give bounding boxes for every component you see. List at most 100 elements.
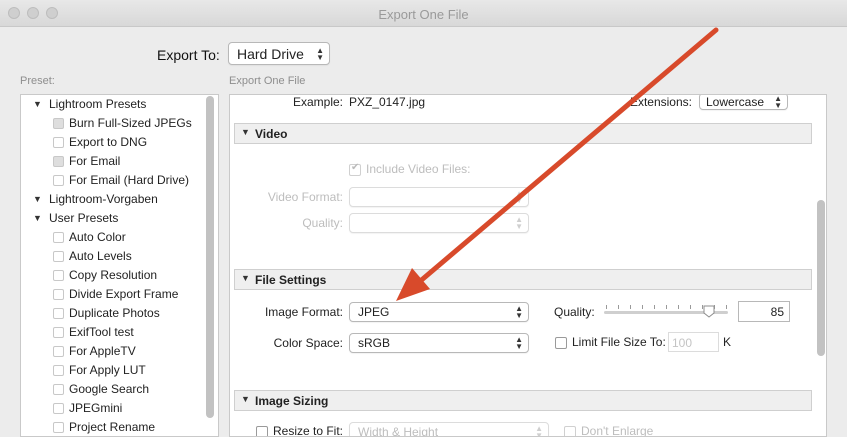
preset-file-icon [53, 422, 64, 433]
resize-to-fit-checkbox[interactable] [256, 426, 268, 436]
preset-item-label: For Email [69, 154, 121, 168]
preset-file-icon [53, 137, 64, 148]
disclosure-triangle-icon: ▼ [241, 273, 250, 283]
preset-file-icon [53, 156, 64, 167]
quality-slider-tick [618, 305, 619, 309]
preset-file-icon [53, 346, 64, 357]
extensions-dropdown[interactable]: Lowercase ▲ ▼ [699, 95, 788, 110]
preset-file-icon [53, 289, 64, 300]
preset-scrollbar[interactable] [206, 96, 214, 418]
preset-item[interactable]: JPEGmini [21, 399, 207, 418]
limit-file-size-value: 100 [672, 336, 693, 350]
export-to-dropdown[interactable]: Hard Drive ▲ ▼ [228, 42, 330, 65]
quality-slider-tick [678, 305, 679, 309]
disclosure-triangle-icon: ▼ [241, 394, 250, 404]
preset-item-label: Copy Resolution [69, 268, 158, 282]
preset-item[interactable]: Auto Color [21, 228, 207, 247]
include-video-checkbox[interactable]: ✔ [349, 162, 361, 176]
preset-item-label: Google Search [69, 382, 150, 396]
window-title: Export One File [378, 7, 469, 22]
dont-enlarge-checkbox[interactable] [564, 426, 576, 436]
preset-item-label: Export to DNG [69, 135, 148, 149]
preset-folder-label: User Presets [49, 211, 119, 225]
preset-item-label: For Email (Hard Drive) [69, 173, 190, 187]
disclosure-triangle-icon: ▼ [241, 127, 250, 137]
quality-slider-knob[interactable] [703, 305, 715, 318]
file-settings-section-header[interactable]: ▼ File Settings [234, 269, 812, 290]
preset-caption: Preset: [20, 75, 55, 87]
quality-slider-tick [642, 305, 643, 309]
image-format-dropdown[interactable]: JPEG ▲ ▼ [349, 302, 529, 322]
disclosure-triangle-icon: ▼ [33, 99, 42, 109]
video-format-label: Video Format: [267, 190, 343, 204]
chevron-updown-icon: ▲ ▼ [515, 335, 523, 351]
quality-slider-tick [666, 305, 667, 309]
image-sizing-section-header[interactable]: ▼ Image Sizing [234, 390, 812, 411]
preset-item[interactable]: Export to DNG [21, 133, 207, 152]
quality-slider-tick [606, 305, 607, 309]
title-bar: Export One File [0, 0, 847, 27]
settings-scrollbar[interactable] [817, 200, 825, 356]
preset-item[interactable]: Duplicate Photos [21, 304, 207, 323]
preset-folder[interactable]: ▼ Lightroom-Vorgaben [21, 190, 207, 209]
file-settings-section-title: File Settings [255, 273, 327, 287]
preset-file-icon [53, 232, 64, 243]
export-to-label: Export To: [157, 47, 220, 63]
preset-item[interactable]: Burn Full-Sized JPEGs [21, 114, 207, 133]
preset-file-icon [53, 403, 64, 414]
quality-slider-tick [630, 305, 631, 309]
resize-mode-value: Width & Height [358, 425, 439, 437]
preset-folder[interactable]: ▼ User Presets [21, 209, 207, 228]
preset-folder-label: Lightroom-Vorgaben [49, 192, 158, 206]
preset-item[interactable]: For Email [21, 152, 207, 171]
preset-item[interactable]: Project Rename [21, 418, 207, 436]
preset-item[interactable]: Divide Export Frame [21, 285, 207, 304]
preset-file-icon [53, 384, 64, 395]
settings-panel: Example: PXZ_0147.jpg Extensions: Lowerc… [229, 94, 827, 437]
preset-folder[interactable]: ▼ Lightroom Presets [21, 95, 207, 114]
preset-item[interactable]: Google Search [21, 380, 207, 399]
resize-to-fit-label: Resize to Fit: [273, 424, 344, 437]
chevron-updown-icon: ▲ ▼ [515, 215, 523, 231]
quality-slider-tick [690, 305, 691, 309]
preset-file-icon [53, 365, 64, 376]
preset-item[interactable]: For Apply LUT [21, 361, 207, 380]
image-format-label: Image Format: [264, 305, 343, 319]
video-format-dropdown[interactable]: ▲ ▼ [349, 187, 529, 207]
checkmark-icon: ✔ [351, 162, 360, 173]
color-space-value: sRGB [358, 336, 391, 350]
preset-item-label: Burn Full-Sized JPEGs [69, 116, 192, 130]
extensions-label: Extensions: [629, 95, 692, 109]
disclosure-triangle-icon: ▼ [33, 194, 42, 204]
export-to-value: Hard Drive [237, 45, 304, 62]
preset-item[interactable]: For AppleTV [21, 342, 207, 361]
preset-folder-label: Lightroom Presets [49, 97, 147, 111]
preset-item[interactable]: Copy Resolution [21, 266, 207, 285]
quality-field-value: 85 [770, 305, 784, 319]
preset-list[interactable]: ▼ Lightroom Presets Burn Full-Sized JPEGs E… [20, 94, 219, 437]
chevron-updown-icon: ▲ ▼ [515, 189, 523, 205]
video-quality-dropdown[interactable]: ▲ ▼ [349, 213, 529, 233]
limit-file-size-checkbox[interactable] [555, 337, 567, 349]
quality-field[interactable]: 85 [738, 301, 790, 322]
preset-item-label: Auto Levels [69, 249, 132, 263]
preset-file-icon [53, 327, 64, 338]
preset-file-icon [53, 270, 64, 281]
quality-slider-tick [726, 305, 727, 309]
preset-item-label: JPEGmini [69, 401, 123, 415]
preset-file-icon [53, 175, 64, 186]
preset-item[interactable]: Auto Levels [21, 247, 207, 266]
limit-file-size-field[interactable]: 100 [668, 332, 719, 352]
example-value: PXZ_0147.jpg [349, 95, 426, 109]
chevron-updown-icon: ▲ ▼ [316, 45, 324, 62]
color-space-dropdown[interactable]: sRGB ▲ ▼ [349, 333, 529, 353]
preset-item[interactable]: ExifTool test [21, 323, 207, 342]
video-section-header[interactable]: ▼ Video [234, 123, 812, 144]
limit-file-size-label: Limit File Size To: [572, 335, 666, 349]
preset-item[interactable]: For Email (Hard Drive) [21, 171, 207, 190]
chevron-updown-icon: ▲ ▼ [535, 424, 543, 437]
resize-mode-dropdown[interactable]: Width & Height ▲ ▼ [349, 422, 549, 437]
limit-unit-label: K [723, 335, 732, 349]
preset-item-label: Divide Export Frame [69, 287, 179, 301]
image-sizing-section-title: Image Sizing [255, 394, 329, 408]
